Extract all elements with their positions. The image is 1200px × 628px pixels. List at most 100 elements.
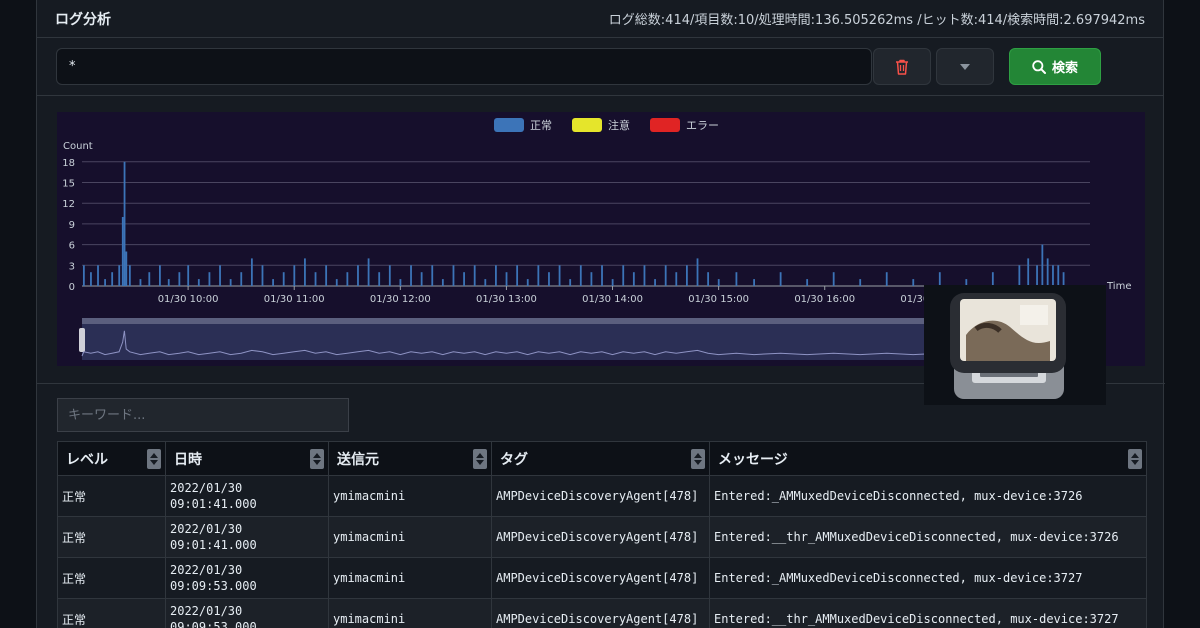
count-bar: [272, 279, 274, 286]
cell-tag: AMPDeviceDiscoveryAgent[478]: [491, 475, 710, 517]
count-bar: [601, 265, 603, 286]
legend-swatch: [494, 118, 524, 132]
table-row[interactable]: 正常 2022/01/30 09:09:53.000 ymimacmini AM…: [57, 557, 1147, 599]
legend-swatch: [650, 118, 680, 132]
count-bar: [1062, 272, 1065, 286]
count-bar: [632, 272, 635, 286]
search-button[interactable]: 検索: [1009, 48, 1101, 85]
column-label: タグ: [500, 451, 528, 468]
x-tick-label: 01/30 14:00: [582, 294, 643, 305]
cell-tag: AMPDeviceDiscoveryAgent[478]: [491, 516, 710, 558]
count-bar: [1027, 258, 1030, 286]
count-bar: [399, 279, 402, 286]
count-bar: [753, 279, 755, 286]
query-input[interactable]: [56, 48, 872, 85]
count-bar: [590, 272, 593, 286]
legend-label: 注意: [608, 118, 630, 132]
count-bar: [643, 265, 646, 286]
count-bar: [473, 265, 476, 286]
clear-button[interactable]: [873, 48, 931, 85]
count-bar: [325, 265, 328, 286]
options-dropdown-button[interactable]: [936, 48, 994, 85]
count-bar: [123, 161, 126, 286]
cell-level: 正常: [57, 557, 166, 599]
count-bar: [441, 279, 444, 286]
count-bar: [484, 279, 487, 286]
x-tick-label: 01/30 11:00: [264, 294, 325, 305]
cell-level: 正常: [57, 598, 166, 628]
count-bar: [410, 265, 412, 286]
table-row[interactable]: 正常 2022/01/30 09:01:41.000 ymimacmini AM…: [57, 475, 1147, 517]
column-label: 送信元: [337, 451, 379, 468]
sort-icon[interactable]: [147, 449, 161, 469]
table-row[interactable]: 正常 2022/01/30 09:09:53.000 ymimacmini AM…: [57, 598, 1147, 628]
column-label: 日時: [174, 451, 202, 468]
count-bar: [832, 272, 835, 286]
count-bar: [346, 272, 349, 286]
count-bar: [128, 265, 131, 286]
keyword-filter-input[interactable]: [57, 398, 349, 432]
search-button-label: 検索: [1051, 61, 1078, 76]
x-tick-label: 01/30 15:00: [688, 294, 749, 305]
count-bar: [579, 265, 582, 286]
count-bar: [314, 272, 317, 286]
legend-swatch: [572, 118, 602, 132]
count-bar: [516, 265, 519, 286]
x-tick-label: 01/30 13:00: [476, 294, 537, 305]
count-bar: [82, 265, 85, 286]
count-bar: [569, 279, 572, 286]
caret-down-icon: [960, 63, 970, 70]
sort-icon[interactable]: [310, 449, 324, 469]
count-bar: [707, 272, 710, 286]
count-bar: [717, 279, 720, 286]
column-header-tag[interactable]: タグ: [491, 441, 710, 476]
count-bar: [139, 279, 142, 286]
y-axis-label: Count: [63, 141, 93, 152]
count-bar: [1052, 265, 1054, 286]
sort-icon[interactable]: [691, 449, 705, 469]
count-bar: [735, 272, 738, 286]
cell-tag: AMPDeviceDiscoveryAgent[478]: [491, 557, 710, 599]
cell-message: Entered:_AMMuxedDeviceDisconnected, mux-…: [709, 475, 1147, 517]
panel-title: ログ分析: [55, 11, 111, 28]
cell-level: 正常: [57, 516, 166, 558]
column-header-source[interactable]: 送信元: [328, 441, 492, 476]
count-bar: [859, 279, 862, 286]
count-bar: [90, 272, 92, 286]
count-bar: [779, 272, 782, 286]
log-table: レベル 日時 送信元 タグ メッセージ 正常 2022/01/30 09:01:…: [57, 441, 1147, 628]
y-tick-label: 12: [62, 199, 75, 210]
count-bar: [526, 279, 529, 286]
count-bar: [420, 272, 423, 286]
count-bar: [261, 265, 264, 286]
count-bar: [558, 265, 561, 286]
cell-datetime: 2022/01/30 09:09:53.000: [165, 598, 329, 628]
count-bar: [118, 265, 121, 286]
count-bar: [250, 258, 253, 286]
count-bar: [495, 265, 497, 286]
count-bar: [357, 265, 359, 286]
count-bar: [686, 265, 688, 286]
count-bar: [675, 272, 678, 286]
cell-message: Entered:__thr_AMMuxedDeviceDisconnected,…: [709, 598, 1147, 628]
sort-icon[interactable]: [473, 449, 487, 469]
table-header-row: レベル 日時 送信元 タグ メッセージ: [57, 441, 1147, 476]
x-tick-label: 01/30 12:00: [370, 294, 431, 305]
count-bar: [148, 272, 151, 286]
count-bar: [378, 272, 381, 286]
count-bar: [187, 265, 190, 286]
count-bar: [548, 272, 550, 286]
column-header-datetime[interactable]: 日時: [165, 441, 329, 476]
cell-level: 正常: [57, 475, 166, 517]
count-bar: [178, 272, 181, 286]
column-header-message[interactable]: メッセージ: [709, 441, 1147, 476]
count-bar: [335, 279, 338, 286]
sort-icon[interactable]: [1128, 449, 1142, 469]
count-bar: [912, 279, 915, 286]
table-row[interactable]: 正常 2022/01/30 09:01:41.000 ymimacmini AM…: [57, 516, 1147, 558]
count-bar: [121, 216, 124, 286]
count-bar: [611, 279, 614, 286]
column-label: メッセージ: [718, 451, 788, 468]
column-header-level[interactable]: レベル: [57, 441, 166, 476]
count-bar: [664, 265, 667, 286]
